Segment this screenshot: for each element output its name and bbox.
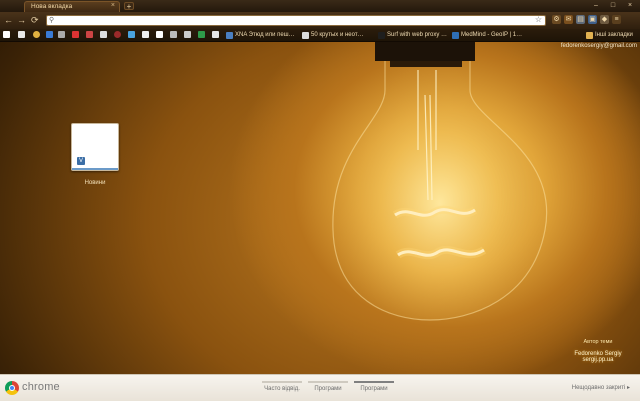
new-tab-button[interactable]: +: [124, 2, 134, 11]
light-bulb-illustration: [332, 41, 548, 321]
ntp-footer: chrome Часто відвід. Програми Програми Н…: [0, 374, 640, 401]
bookmark-icon[interactable]: [86, 31, 93, 38]
theme-background: [0, 0, 640, 400]
extension-icons: ⚙ ✉ ▤ ▣ ◆ ≡: [552, 15, 621, 24]
bookmark-icon[interactable]: [100, 31, 107, 38]
tab-new-tab[interactable]: Нова вкладка ×: [24, 1, 120, 12]
bookmark-icon[interactable]: [33, 31, 40, 38]
tab-indicator: [308, 381, 348, 383]
extension-icon[interactable]: ▤: [576, 15, 585, 24]
menu-icon[interactable]: ≡: [612, 15, 621, 24]
bookmark-icon[interactable]: [184, 31, 191, 38]
site-favicon-icon: V: [77, 157, 85, 165]
other-bookmarks-folder[interactable]: Інші закладки: [586, 31, 633, 39]
window-controls: – □ ×: [589, 1, 637, 10]
bookmark-icon[interactable]: [58, 31, 65, 38]
signed-in-user-email[interactable]: fedorenkosergiy@gmail.com: [561, 43, 637, 49]
bookmarks-bar: XNA Этюд или пеш… 50 крутых и неот… Surf…: [0, 29, 640, 42]
bookmark-favicon-icon: [378, 31, 385, 39]
bookmark-icon[interactable]: [156, 31, 163, 38]
bookmark-favicon-icon: [302, 31, 309, 39]
folder-icon: [586, 31, 593, 39]
forward-button[interactable]: →: [17, 15, 26, 25]
recently-closed-menu[interactable]: Нещодавно закриті ▸: [572, 384, 630, 391]
extension-icon[interactable]: ◆: [600, 15, 609, 24]
back-button[interactable]: ←: [4, 15, 13, 25]
bookmark-icon[interactable]: [198, 31, 205, 38]
bookmark-favicon-icon: [226, 31, 233, 39]
bookmark-icon[interactable]: [142, 31, 149, 38]
tab-apps-active[interactable]: Програми: [354, 378, 394, 398]
bookmark-star-icon[interactable]: ☆: [535, 15, 542, 24]
chrome-logo-icon: [5, 381, 19, 395]
most-visited-tile-title[interactable]: Новини: [71, 180, 119, 186]
theme-author-label: Автор теми: [583, 339, 613, 345]
extension-icon[interactable]: ▣: [588, 15, 597, 24]
omnibox[interactable]: ⚲ ☆: [46, 15, 546, 26]
tab-strip: Нова вкладка × + – □ ×: [0, 0, 640, 12]
theme-author-site[interactable]: sergij.pp.ua: [560, 357, 636, 363]
tab-indicator: [262, 381, 302, 383]
bookmark-icon[interactable]: [18, 31, 25, 38]
tab-close-icon[interactable]: ×: [111, 2, 115, 9]
address-input[interactable]: [57, 16, 527, 25]
bookmark-item[interactable]: Surf with web proxy …: [378, 31, 447, 39]
extension-icon[interactable]: ✉: [564, 15, 573, 24]
bookmark-icon[interactable]: [46, 31, 53, 38]
chrome-wordmark: chrome: [22, 381, 60, 393]
search-icon: ⚲: [49, 17, 55, 24]
bookmark-item[interactable]: MedMind - GeoIP | 1…: [452, 31, 522, 39]
close-window-button[interactable]: ×: [623, 1, 637, 10]
toolbar: ← → ⟳ ⚲ ☆ ⚙ ✉ ▤ ▣ ◆ ≡: [0, 12, 640, 30]
tab-apps[interactable]: Програми: [308, 378, 348, 398]
theme-credit: Автор теми Fedorenko Sergiy sergij.pp.ua: [560, 339, 636, 363]
tab-title: Нова вкладка: [31, 3, 73, 10]
tile-accent-bar: [72, 168, 118, 170]
tab-most-visited[interactable]: Часто відвід.: [262, 378, 302, 398]
extension-icon[interactable]: ⚙: [552, 15, 561, 24]
bookmark-icon[interactable]: [170, 31, 177, 38]
bookmark-icon[interactable]: [212, 31, 219, 38]
bookmark-item[interactable]: 50 крутых и неот…: [302, 31, 364, 39]
bookmark-favicon-icon: [452, 31, 459, 39]
most-visited-tile[interactable]: V: [71, 123, 119, 171]
minimize-button[interactable]: –: [589, 1, 603, 10]
bookmark-icon[interactable]: [128, 31, 135, 38]
bookmark-item[interactable]: XNA Этюд или пеш…: [226, 31, 295, 39]
bookmark-icon[interactable]: [72, 31, 79, 38]
bookmark-icon[interactable]: [114, 31, 121, 38]
bookmark-icon[interactable]: [3, 31, 10, 38]
maximize-button[interactable]: □: [606, 1, 620, 10]
reload-button[interactable]: ⟳: [31, 15, 39, 25]
tab-indicator: [354, 381, 394, 383]
